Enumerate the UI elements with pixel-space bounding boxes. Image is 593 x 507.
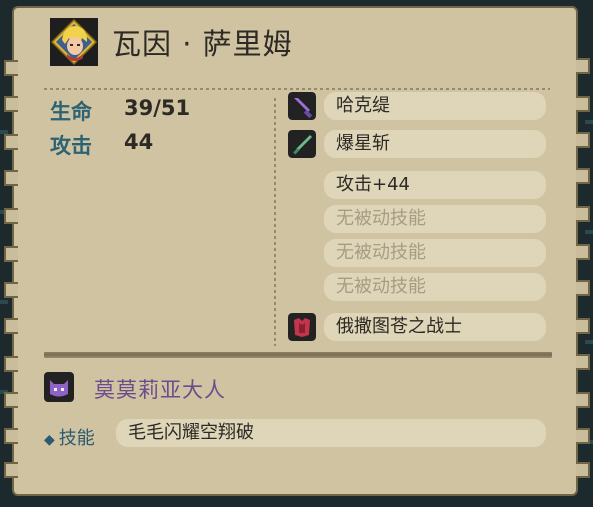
weapon-slot-1[interactable]: 哈克缇 bbox=[324, 92, 546, 120]
weapon-slot-2[interactable]: 爆星斩 bbox=[324, 130, 546, 158]
diamond-icon: ◆ bbox=[44, 432, 55, 448]
frame-tab bbox=[4, 208, 18, 224]
green-sword-icon bbox=[288, 130, 316, 158]
bonus-stat: 攻击+44 bbox=[324, 171, 546, 199]
companion-skill-slot[interactable]: 毛毛闪耀空翔破 bbox=[116, 419, 546, 447]
frame-tab bbox=[576, 244, 590, 260]
frame-tab bbox=[576, 132, 590, 148]
frame-tab bbox=[576, 96, 590, 112]
frame-tab bbox=[576, 428, 590, 444]
passive-skill-slot[interactable]: 无被动技能 bbox=[324, 273, 546, 301]
frame-tab bbox=[576, 392, 590, 408]
hp-label: 生命 bbox=[50, 100, 92, 124]
frame-tab bbox=[576, 462, 590, 478]
frame-tab bbox=[4, 170, 18, 186]
purple-cat-icon bbox=[44, 372, 74, 402]
frame-tab bbox=[4, 134, 18, 150]
header-separator bbox=[44, 88, 550, 90]
frame-tab bbox=[4, 282, 18, 298]
character-portrait-icon bbox=[50, 18, 98, 66]
frame-tab bbox=[576, 354, 590, 370]
frame-tab bbox=[4, 428, 18, 444]
passive-skill-slot[interactable]: 无被动技能 bbox=[324, 205, 546, 233]
frame-tab bbox=[576, 58, 590, 74]
frame-tab bbox=[4, 462, 18, 478]
red-armor-icon bbox=[288, 313, 316, 341]
frame-tab bbox=[576, 318, 590, 334]
frame-tab bbox=[4, 96, 18, 112]
skill-label-text: 技能 bbox=[58, 428, 95, 449]
frame-tab bbox=[4, 60, 18, 76]
frame-tab bbox=[576, 168, 590, 184]
frame-tab bbox=[4, 356, 18, 372]
frame-tab bbox=[576, 206, 590, 222]
hp-value: 39/51 bbox=[124, 96, 191, 120]
armor-slot[interactable]: 俄撒图苍之战士 bbox=[324, 313, 546, 341]
frame-tab bbox=[4, 318, 18, 334]
frame-tab bbox=[4, 246, 18, 262]
frame-tab bbox=[576, 280, 590, 296]
attack-value: 44 bbox=[124, 130, 154, 154]
companion-name: 莫莫莉亚大人 bbox=[94, 378, 226, 402]
frame-tab bbox=[4, 392, 18, 408]
companion-skill-label: ◆ 技能 bbox=[44, 424, 95, 450]
attack-label: 攻击 bbox=[50, 134, 92, 158]
section-divider bbox=[44, 352, 552, 358]
character-name: 瓦因 · 萨里姆 bbox=[112, 27, 293, 61]
column-separator bbox=[274, 98, 276, 346]
passive-skill-slot[interactable]: 无被动技能 bbox=[324, 239, 546, 267]
purple-sword-icon bbox=[288, 92, 316, 120]
